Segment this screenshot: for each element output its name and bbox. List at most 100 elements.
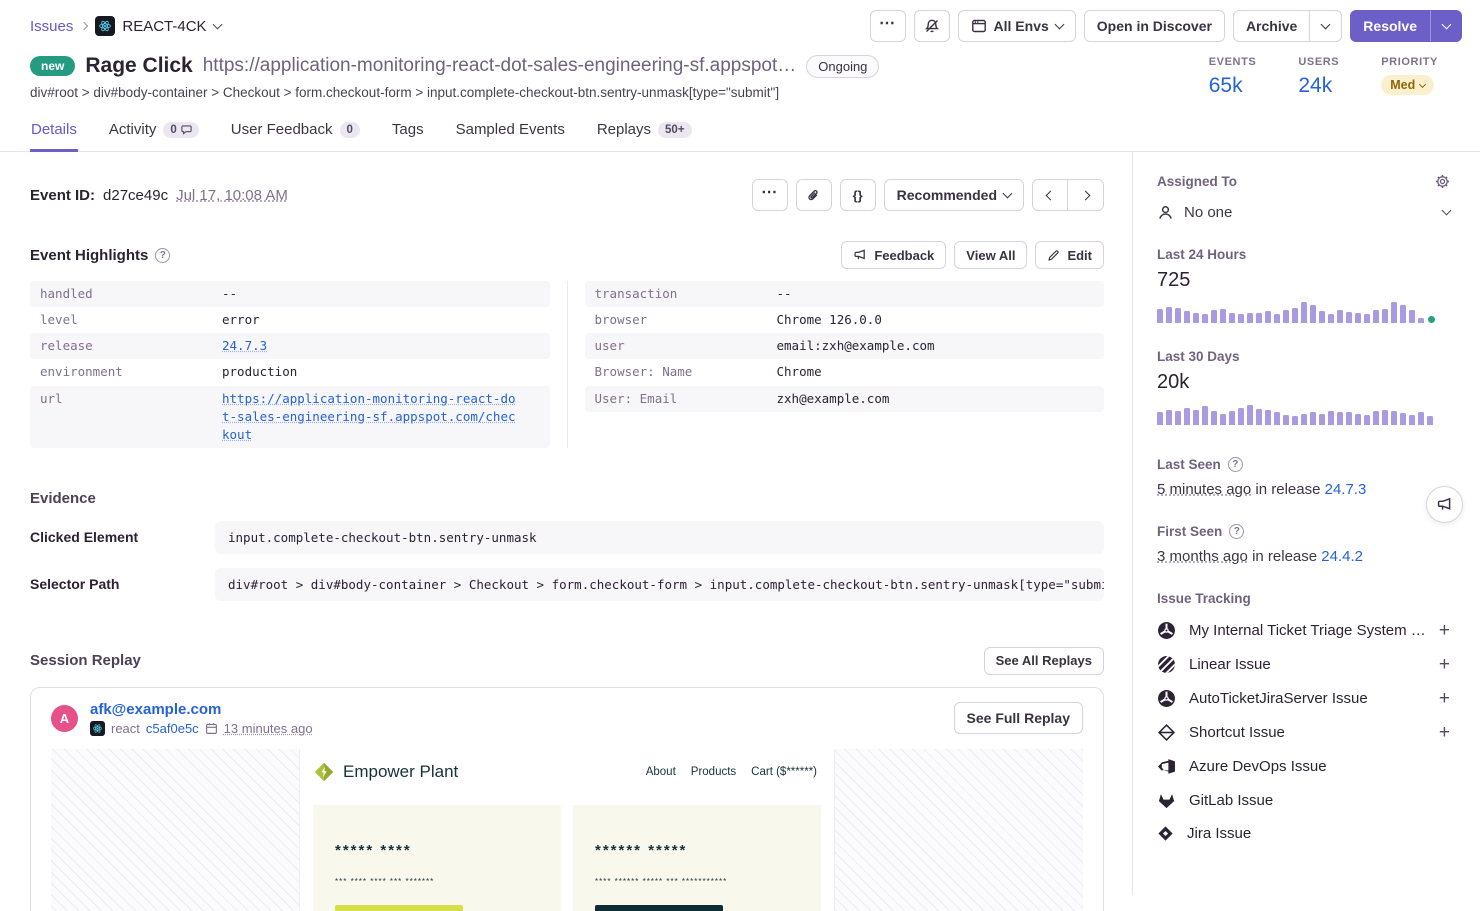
issue-tracking-item-jira[interactable]: Jira Issue [1157, 825, 1450, 842]
issue-tracking-item-linear[interactable]: Linear Issue + [1157, 655, 1450, 674]
next-event-button[interactable] [1068, 179, 1104, 211]
replay-preview[interactable]: Empower Plant About Products Cart ($****… [51, 749, 1083, 911]
last-seen-ago[interactable]: 5 minutes ago [1157, 481, 1251, 498]
replay-card: A afk@example.com react c5af0e5c 13 minu… [30, 687, 1104, 911]
event-timestamp[interactable]: Jul 17, 10:08 AM [176, 187, 288, 204]
megaphone-icon [1436, 496, 1453, 513]
see-all-replays-button[interactable]: See All Replays [984, 647, 1104, 675]
previous-event-button[interactable] [1032, 179, 1068, 211]
tab-sampled-events[interactable]: Sampled Events [455, 112, 566, 152]
kv-row-browser-name: Browser: NameChrome [585, 359, 1105, 385]
tab-details[interactable]: Details [30, 112, 78, 152]
highlights-left-table: handled-- levelerror release24.7.3 envir… [30, 281, 550, 448]
issue-tracking-item-autoticket-jira[interactable]: AutoTicketJiraServer Issue + [1157, 689, 1450, 708]
users-stat-value[interactable]: 24k [1298, 74, 1339, 98]
url-link[interactable]: https://application-monitoring-react-dot… [222, 390, 517, 444]
resolve-button[interactable]: Resolve [1350, 10, 1430, 42]
issue-tracking-item-azure-devops[interactable]: Azure DevOps Issue [1157, 757, 1450, 776]
highlights-edit-button[interactable]: Edit [1035, 241, 1104, 269]
last-30d-section: Last 30 Days 20k [1157, 349, 1450, 425]
first-seen-title: First Seen [1157, 524, 1222, 539]
replay-nav-cart: Cart ($******) [751, 766, 817, 778]
clicked-element-value: input.complete-checkout-btn.sentry-unmas… [215, 521, 1104, 554]
environment-filter-button[interactable]: All Envs [958, 10, 1076, 42]
issue-tracking-item-internal-triage[interactable]: My Internal Ticket Triage System Issue + [1157, 621, 1450, 640]
events-stat-value[interactable]: 65k [1209, 74, 1257, 98]
tab-user-feedback[interactable]: User Feedback 0 [230, 112, 361, 152]
help-icon[interactable]: ? [155, 248, 170, 263]
last-24h-title: Last 24 Hours [1157, 247, 1246, 262]
chevron-left-icon [1045, 190, 1055, 200]
kv-row-environment: environmentproduction [30, 359, 550, 385]
mute-notifications-button[interactable] [914, 10, 950, 42]
replay-id-link[interactable]: c5af0e5c [146, 721, 199, 736]
paperclip-icon [806, 188, 821, 203]
see-full-replay-button[interactable]: See Full Replay [954, 702, 1083, 734]
last-seen-section: Last Seen ? 5 minutes ago in release 24.… [1157, 457, 1450, 498]
last-24h-count: 725 [1157, 269, 1450, 292]
priority-select[interactable]: Med [1381, 75, 1434, 95]
last-seen-title: Last Seen [1157, 457, 1221, 472]
add-issue-button[interactable]: + [1439, 723, 1450, 742]
highlights-feedback-button[interactable]: Feedback [841, 241, 946, 269]
window-icon [971, 18, 987, 34]
more-actions-button[interactable]: ⋯ [870, 10, 906, 42]
jira-icon [1157, 825, 1174, 842]
kv-row-level: levelerror [30, 307, 550, 333]
breadcrumb-project[interactable]: REACT-4CK [95, 16, 220, 36]
events-stat-label: EVENTS [1209, 56, 1257, 68]
replay-time-ago[interactable]: 13 minutes ago [224, 721, 313, 736]
release-link[interactable]: 24.7.3 [222, 337, 267, 355]
highlights-view-all-button[interactable]: View All [954, 241, 1027, 269]
session-replay-title: Session Replay [30, 652, 141, 669]
archive-dropdown-button[interactable] [1310, 10, 1342, 42]
event-more-button[interactable]: ⋯ [752, 179, 788, 211]
users-stat-label: USERS [1298, 56, 1339, 68]
assignee-value: No one [1184, 204, 1232, 221]
replays-count-badge: 50+ [658, 122, 692, 138]
breadcrumb-issues-link[interactable]: Issues [30, 18, 73, 35]
replay-nav-about: About [646, 766, 676, 778]
kv-row-handled: handled-- [30, 281, 550, 307]
assignee-select[interactable]: No one [1157, 204, 1450, 221]
archive-button[interactable]: Archive [1233, 10, 1310, 42]
bell-slash-icon [924, 18, 940, 34]
issue-tracking-item-shortcut[interactable]: Shortcut Issue + [1157, 723, 1450, 742]
open-in-discover-button[interactable]: Open in Discover [1084, 10, 1225, 42]
event-json-button[interactable]: {} [840, 179, 876, 211]
event-highlights-tables: handled-- levelerror release24.7.3 envir… [30, 281, 1104, 448]
calendar-icon [205, 722, 218, 735]
archive-button-group: Archive [1233, 10, 1342, 42]
first-seen-ago[interactable]: 3 months ago [1157, 548, 1248, 565]
first-seen-release-link[interactable]: 24.4.2 [1321, 548, 1363, 565]
ellipsis-icon: ⋯ [761, 185, 778, 201]
add-issue-button[interactable]: + [1439, 655, 1450, 674]
tab-tags[interactable]: Tags [391, 112, 425, 152]
avatar: A [51, 705, 78, 732]
tab-replays[interactable]: Replays 50+ [596, 112, 693, 152]
help-icon[interactable]: ? [1228, 457, 1243, 472]
chevron-down-icon [1441, 19, 1451, 29]
help-icon[interactable]: ? [1229, 524, 1244, 539]
first-seen-section: First Seen ? 3 months ago in release 24.… [1157, 524, 1450, 565]
replay-nav-products: Products [691, 766, 736, 778]
event-link-button[interactable] [796, 179, 832, 211]
kv-row-user: useremail:zxh@example.com [585, 333, 1105, 359]
tab-activity[interactable]: Activity 0 [108, 112, 200, 152]
replay-product-card: ***** **** *** **** **** *** ******* Add… [313, 805, 561, 911]
last-30d-title: Last 30 Days [1157, 349, 1240, 364]
event-sort-select[interactable]: Recommended [884, 179, 1024, 211]
session-replay-section: Session Replay See All Replays A afk@exa… [30, 647, 1104, 911]
add-issue-button[interactable]: + [1439, 621, 1450, 640]
chevron-down-icon [212, 19, 222, 29]
chevron-down-icon [1419, 80, 1426, 87]
highlights-right-table: transaction-- browserChrome 126.0.0 user… [567, 281, 1105, 448]
add-issue-button[interactable]: + [1439, 689, 1450, 708]
resolve-dropdown-button[interactable] [1430, 10, 1462, 42]
issue-tracking-item-gitlab[interactable]: GitLab Issue [1157, 791, 1450, 810]
replay-user-email-link[interactable]: afk@example.com [90, 701, 942, 718]
last-seen-release-link[interactable]: 24.7.3 [1325, 481, 1367, 498]
floating-feedback-button[interactable] [1426, 486, 1463, 523]
gear-icon[interactable] [1435, 174, 1450, 189]
event-id-value: d27ce49c [103, 187, 168, 204]
